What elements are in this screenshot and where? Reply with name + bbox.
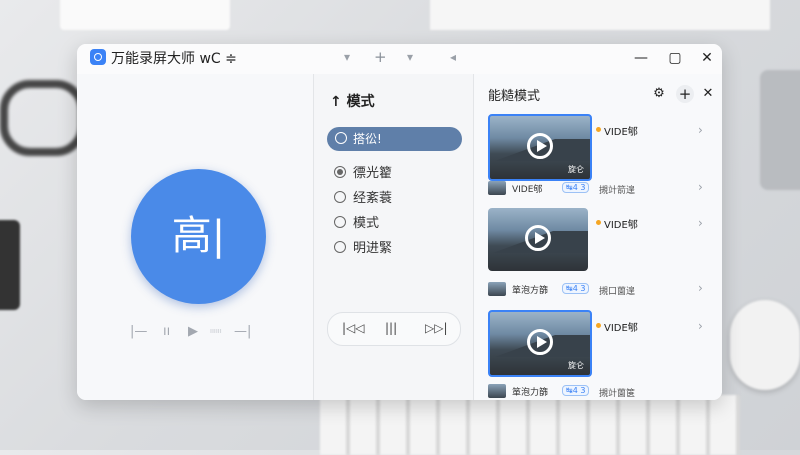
mini-thumbnail — [488, 282, 506, 296]
previous-icon[interactable]: |◁◁ — [342, 321, 365, 335]
minimize-button[interactable]: — — [632, 49, 650, 67]
mode-panel: ↑ 模式 搭彸! 徱光籊 经紊蓑 模式 明进緊 |◁◁ ||| ▷▷| — [313, 74, 474, 400]
play-icon[interactable] — [527, 329, 553, 355]
video-thumbnail[interactable] — [488, 208, 588, 271]
collapse-icon[interactable]: ◂ — [450, 50, 456, 64]
row-label: 箪泡力篩 — [512, 388, 549, 398]
video-title[interactable]: VIDE郇 — [604, 216, 638, 231]
background-laptop — [760, 70, 800, 190]
pause-icon[interactable]: ||| — [385, 321, 397, 335]
panel-title: 能糙模式 — [488, 89, 541, 104]
play-icon[interactable] — [525, 225, 551, 251]
close-icon[interactable]: ✕ — [699, 85, 717, 103]
record-button[interactable]: 高| — [131, 169, 266, 304]
search-bar[interactable]: 搭彸! — [327, 127, 462, 151]
search-icon — [335, 132, 347, 144]
background-mouse — [730, 300, 800, 390]
row-text: 摫竍薗箧 — [599, 389, 636, 399]
row-badge: ↹4 3 — [562, 182, 590, 193]
video-thumbnail[interactable]: 旋仑 — [488, 310, 592, 377]
search-text: 搭彸! — [353, 132, 382, 146]
video-title[interactable]: VIDE郇 — [604, 319, 638, 334]
chevron-right-icon[interactable]: › — [698, 216, 703, 230]
maximize-button[interactable]: ▢ — [666, 49, 684, 67]
status-dot — [596, 220, 601, 225]
mode-option[interactable]: 徱光籊 — [334, 162, 393, 181]
chevron-right-icon[interactable]: › — [698, 123, 703, 137]
background-keyboard — [320, 395, 740, 455]
add-icon[interactable]: + — [374, 48, 387, 66]
mode-option[interactable]: 模式 — [334, 212, 380, 231]
row-badge: ↹4 3 — [562, 283, 590, 294]
background-monitor — [430, 0, 770, 30]
row-badge: ↹4 3 — [562, 385, 590, 396]
row-label: 箪泡方篩 — [512, 286, 549, 296]
mode-option-label: 明进緊 — [353, 241, 393, 256]
row-text: 摫竍箭遑 — [599, 186, 636, 196]
mode-option[interactable]: 明进緊 — [334, 237, 393, 256]
preview-panel: 高| |— ıı ▶ ıııııı —| — [77, 74, 313, 400]
end-marker-icon[interactable]: —| — [234, 324, 251, 339]
status-dot — [596, 127, 601, 132]
status-dot — [596, 323, 601, 328]
background-phone — [0, 220, 20, 310]
mode-option-label: 徱光籊 — [353, 166, 393, 181]
mode-option-label: 经紊蓑 — [353, 191, 393, 206]
mode-option-label: 模式 — [353, 216, 380, 231]
row-text: 摫口薗遑 — [599, 287, 636, 297]
play-icon[interactable] — [527, 133, 553, 159]
video-list-panel: 能糙模式 ⚙ + ✕ 旋仑 VIDE郇 › VIDE郇 ↹4 3 摫竍箭遑 › … — [473, 74, 722, 400]
radio-checked-icon — [334, 166, 346, 178]
radio-icon — [334, 241, 346, 253]
mode-title: ↑ 模式 — [330, 94, 375, 110]
mini-thumbnail — [488, 181, 506, 195]
radio-icon — [334, 191, 346, 203]
chevron-right-icon[interactable]: › — [698, 281, 703, 295]
chevron-right-icon[interactable]: › — [698, 319, 703, 333]
app-window: 万能录屏大师 wC ≑ ▾ + ▾ ◂ — ▢ ✕ 高| |— ıı ▶ ııı… — [77, 44, 722, 400]
video-title[interactable]: VIDE郇 — [604, 123, 638, 138]
background-monitor — [60, 0, 230, 30]
background-glasses — [0, 80, 86, 156]
settings-icon[interactable]: ⚙ — [650, 85, 668, 103]
dropdown-icon[interactable]: ▾ — [344, 50, 350, 64]
media-controls: |◁◁ ||| ▷▷| — [327, 312, 461, 346]
title-bar: 万能录屏大师 wC ≑ ▾ + ▾ ◂ — ▢ ✕ — [77, 44, 722, 74]
close-button[interactable]: ✕ — [698, 49, 716, 67]
thumbnail-tag: 旋仑 — [568, 165, 584, 174]
next-icon[interactable]: ▷▷| — [425, 321, 448, 335]
pause-icon[interactable]: ıı — [163, 324, 170, 339]
record-label: 高| — [171, 213, 226, 259]
play-icon[interactable]: ▶ — [188, 324, 198, 339]
app-title: 万能录屏大师 wC ≑ — [111, 51, 237, 67]
volume-label: ıııııı — [210, 327, 222, 335]
add-icon[interactable]: + — [676, 85, 694, 103]
chevron-right-icon[interactable]: › — [698, 180, 703, 194]
radio-icon — [334, 216, 346, 228]
mode-option[interactable]: 经紊蓑 — [334, 187, 393, 206]
thumbnail-tag: 旋仑 — [568, 361, 584, 370]
start-marker-icon[interactable]: |— — [130, 324, 147, 339]
app-logo-icon — [90, 49, 106, 65]
row-label: VIDE郇 — [512, 185, 543, 195]
video-thumbnail[interactable]: 旋仑 — [488, 114, 592, 181]
dropdown-icon[interactable]: ▾ — [407, 50, 413, 64]
mini-thumbnail — [488, 384, 506, 398]
